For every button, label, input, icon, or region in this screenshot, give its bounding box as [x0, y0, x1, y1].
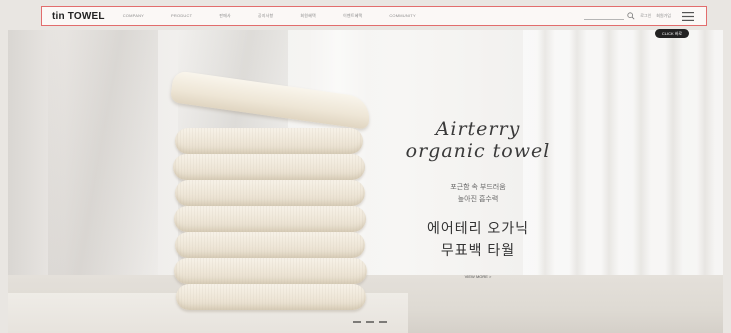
hero-banner: Airterry organic towel 포근함 속 부드러움 높아진 흡수… — [8, 30, 723, 333]
site-header: tin TOWEL COMPANY PRODUCT 판매사 공지사항 회원혜택 … — [41, 6, 707, 26]
towel-layer — [175, 128, 363, 154]
slider-dot[interactable] — [379, 321, 387, 323]
header-utilities: 로그인 회원가입 — [584, 11, 694, 21]
nav-item-company[interactable]: COMPANY — [123, 13, 144, 19]
search-icon[interactable] — [627, 12, 635, 20]
nav-item-community[interactable]: COMMUNITY — [389, 13, 415, 19]
subcopy-line2: 높아진 흡수력 — [457, 196, 499, 203]
site-logo[interactable]: tin TOWEL — [52, 11, 105, 22]
slider-indicator — [353, 321, 392, 323]
slider-dot[interactable] — [366, 321, 374, 323]
towel-layer — [176, 284, 366, 310]
search-input[interactable] — [584, 12, 625, 20]
hero-headline: 에어테리 오가닉 무표백 타월 — [410, 217, 546, 261]
towel-layer — [174, 206, 366, 232]
nav-item-seller[interactable]: 판매사 — [219, 13, 231, 19]
headline-line1: 에어테리 오가닉 — [426, 220, 530, 236]
subcopy-line1: 포근함 속 부드러움 — [450, 184, 506, 191]
nav-item-product[interactable]: PRODUCT — [171, 13, 192, 19]
script-title-line2: organic towel — [405, 140, 551, 162]
login-link[interactable]: 로그인 — [640, 13, 651, 19]
signup-link[interactable]: 회원가입 — [656, 13, 671, 19]
nav-item-member-benefit[interactable]: 회원혜택 — [300, 13, 316, 19]
script-title-line1: Airterry — [435, 118, 521, 140]
towel-layer — [174, 258, 367, 284]
towel-layer — [175, 180, 365, 206]
quick-badge[interactable]: CLICK 바로 — [655, 29, 689, 38]
nav-item-event[interactable]: 이벤트혜택 — [343, 13, 362, 19]
towel-layer — [175, 232, 365, 258]
main-nav: COMPANY PRODUCT 판매사 공지사항 회원혜택 이벤트혜택 COMM… — [123, 13, 443, 19]
headline-line2: 무표백 타월 — [440, 242, 516, 258]
slider-dot[interactable] — [353, 321, 361, 323]
view-more-link[interactable]: VIEW MORE > — [453, 274, 503, 279]
hero-script-title: Airterry organic towel — [403, 118, 553, 162]
nav-item-notice[interactable]: 공지사항 — [258, 13, 274, 19]
towel-layer — [173, 154, 365, 180]
hero-subcopy: 포근함 속 부드러움 높아진 흡수력 — [423, 182, 533, 206]
menu-icon[interactable] — [682, 11, 694, 21]
